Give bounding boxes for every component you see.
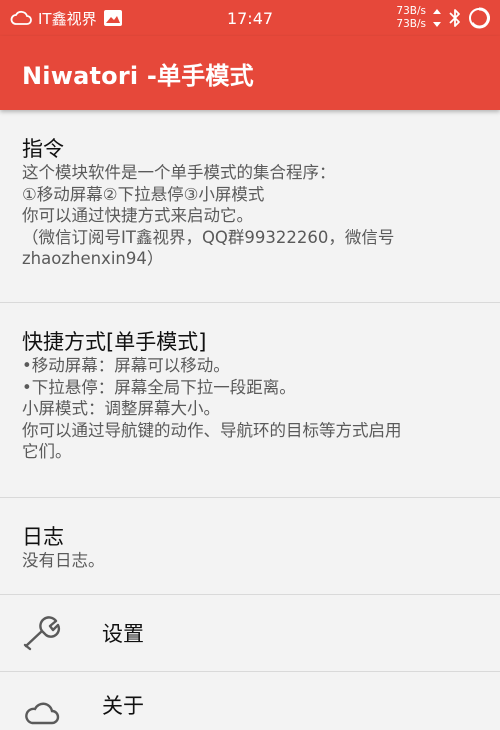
pref-log[interactable]: 日志 没有日志。 bbox=[0, 498, 500, 595]
pref-summary: 没有日志。 bbox=[22, 551, 105, 570]
wrench-icon bbox=[22, 613, 78, 653]
cloud-icon bbox=[22, 690, 78, 730]
image-icon bbox=[103, 9, 123, 27]
bluetooth-icon bbox=[448, 8, 462, 28]
pref-instructions[interactable]: 指令 这个模块软件是一个单手模式的集合程序： ①移动屏幕②下拉悬停③小屏模式 你… bbox=[0, 110, 500, 303]
app-bar: Niwatori -单手模式 bbox=[0, 36, 500, 110]
status-bar: IT鑫视界 17:47 73B/s 73B/s bbox=[0, 0, 500, 36]
about-row[interactable]: 关于 bbox=[0, 672, 500, 725]
app-title: Niwatori -单手模式 bbox=[22, 61, 254, 90]
settings-label: 设置 bbox=[102, 622, 144, 646]
battery-icon bbox=[468, 7, 490, 29]
about-label: 关于 bbox=[102, 694, 144, 718]
pref-summary: •移动屏幕：屏幕可以移动。 •下拉悬停：屏幕全局下拉一段距离。 小屏模式：调整屏… bbox=[22, 356, 402, 461]
pref-title: 日志 bbox=[22, 525, 64, 549]
preferences-list: 指令 这个模块软件是一个单手模式的集合程序： ①移动屏幕②下拉悬停③小屏模式 你… bbox=[0, 110, 500, 725]
pref-shortcuts[interactable]: 快捷方式[单手模式] •移动屏幕：屏幕可以移动。 •下拉悬停：屏幕全局下拉一段距… bbox=[0, 303, 500, 498]
network-speed: 73B/s 73B/s bbox=[396, 5, 426, 31]
status-time: 17:47 bbox=[226, 8, 274, 28]
pref-summary: 这个模块软件是一个单手模式的集合程序： ①移动屏幕②下拉悬停③小屏模式 你可以通… bbox=[22, 163, 395, 268]
status-left: IT鑫视界 bbox=[10, 8, 123, 29]
speed-down: 73B/s bbox=[396, 18, 426, 30]
notification-cloud-icon bbox=[10, 10, 32, 26]
data-arrows-icon bbox=[432, 8, 442, 28]
carrier-label: IT鑫视界 bbox=[38, 9, 97, 28]
status-right: 73B/s 73B/s bbox=[396, 5, 490, 31]
pref-title: 快捷方式[单手模式] bbox=[22, 330, 207, 354]
pref-title: 指令 bbox=[22, 137, 64, 161]
settings-row[interactable]: 设置 bbox=[0, 595, 500, 672]
speed-up: 73B/s bbox=[396, 5, 426, 17]
